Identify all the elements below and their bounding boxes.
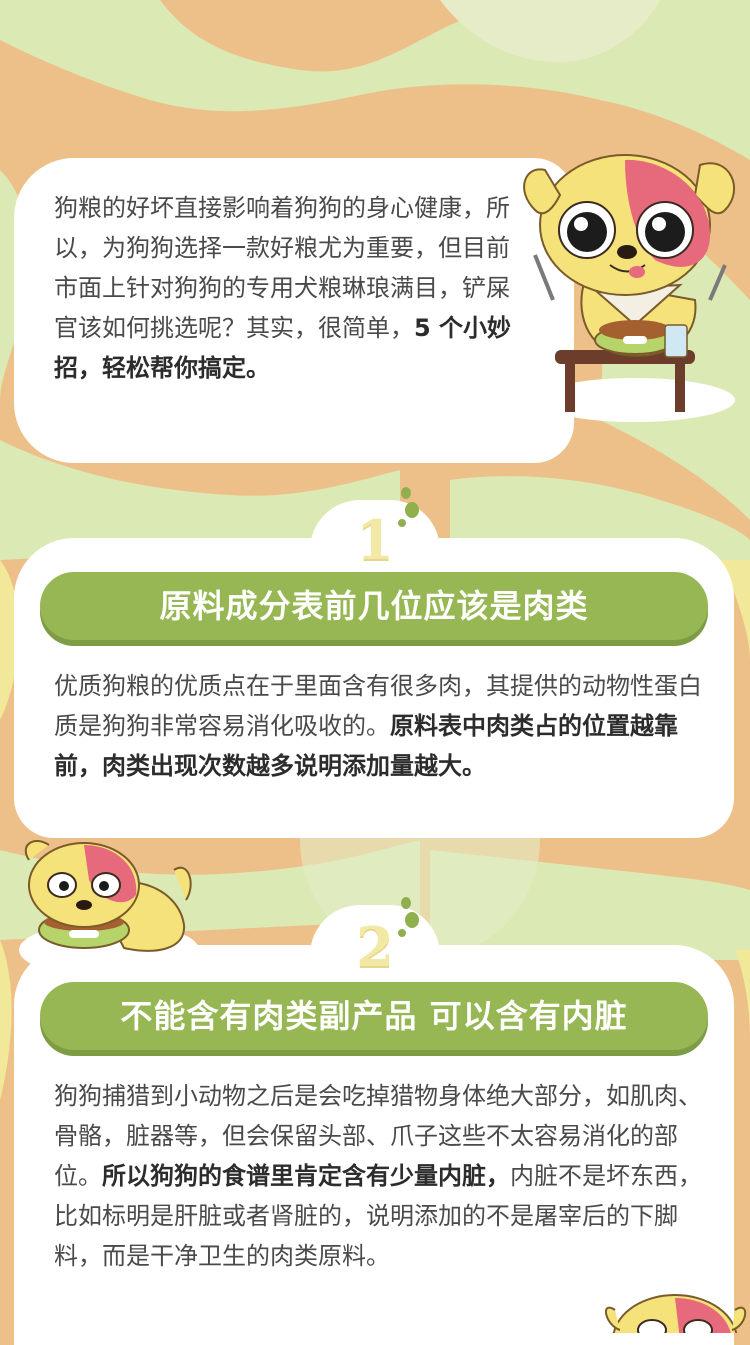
dog-bowl-mascot-icon xyxy=(19,840,199,978)
droplet-icon xyxy=(398,487,419,527)
intro-paragraph: 狗粮的好坏直接影响着狗狗的身心健康，所以，为狗狗选择一款好粮尤为重要，但目前市面… xyxy=(54,188,514,388)
section-1-paragraph: 优质狗粮的优质点在于里面含有很多肉，其提供的动物性蛋白质是狗狗非常容易消化吸收的… xyxy=(54,666,714,786)
section-1-title: 原料成分表前几位应该是肉类 xyxy=(40,572,708,640)
dog-peek-mascot-icon xyxy=(605,1294,747,1333)
section-2-bold-text: 所以狗狗的食谱里肯定含有少量内脏， xyxy=(102,1162,510,1190)
droplet-icon xyxy=(398,897,419,937)
section-2-title: 不能含有肉类副产品 可以含有内脏 xyxy=(40,982,708,1050)
dog-eating-mascot-icon xyxy=(523,154,736,422)
section-2-paragraph: 狗狗捕猎到小动物之后是会吃掉猎物身体绝大部分，如肌肉、骨骼，脏器等，但会保留头部… xyxy=(54,1076,714,1276)
